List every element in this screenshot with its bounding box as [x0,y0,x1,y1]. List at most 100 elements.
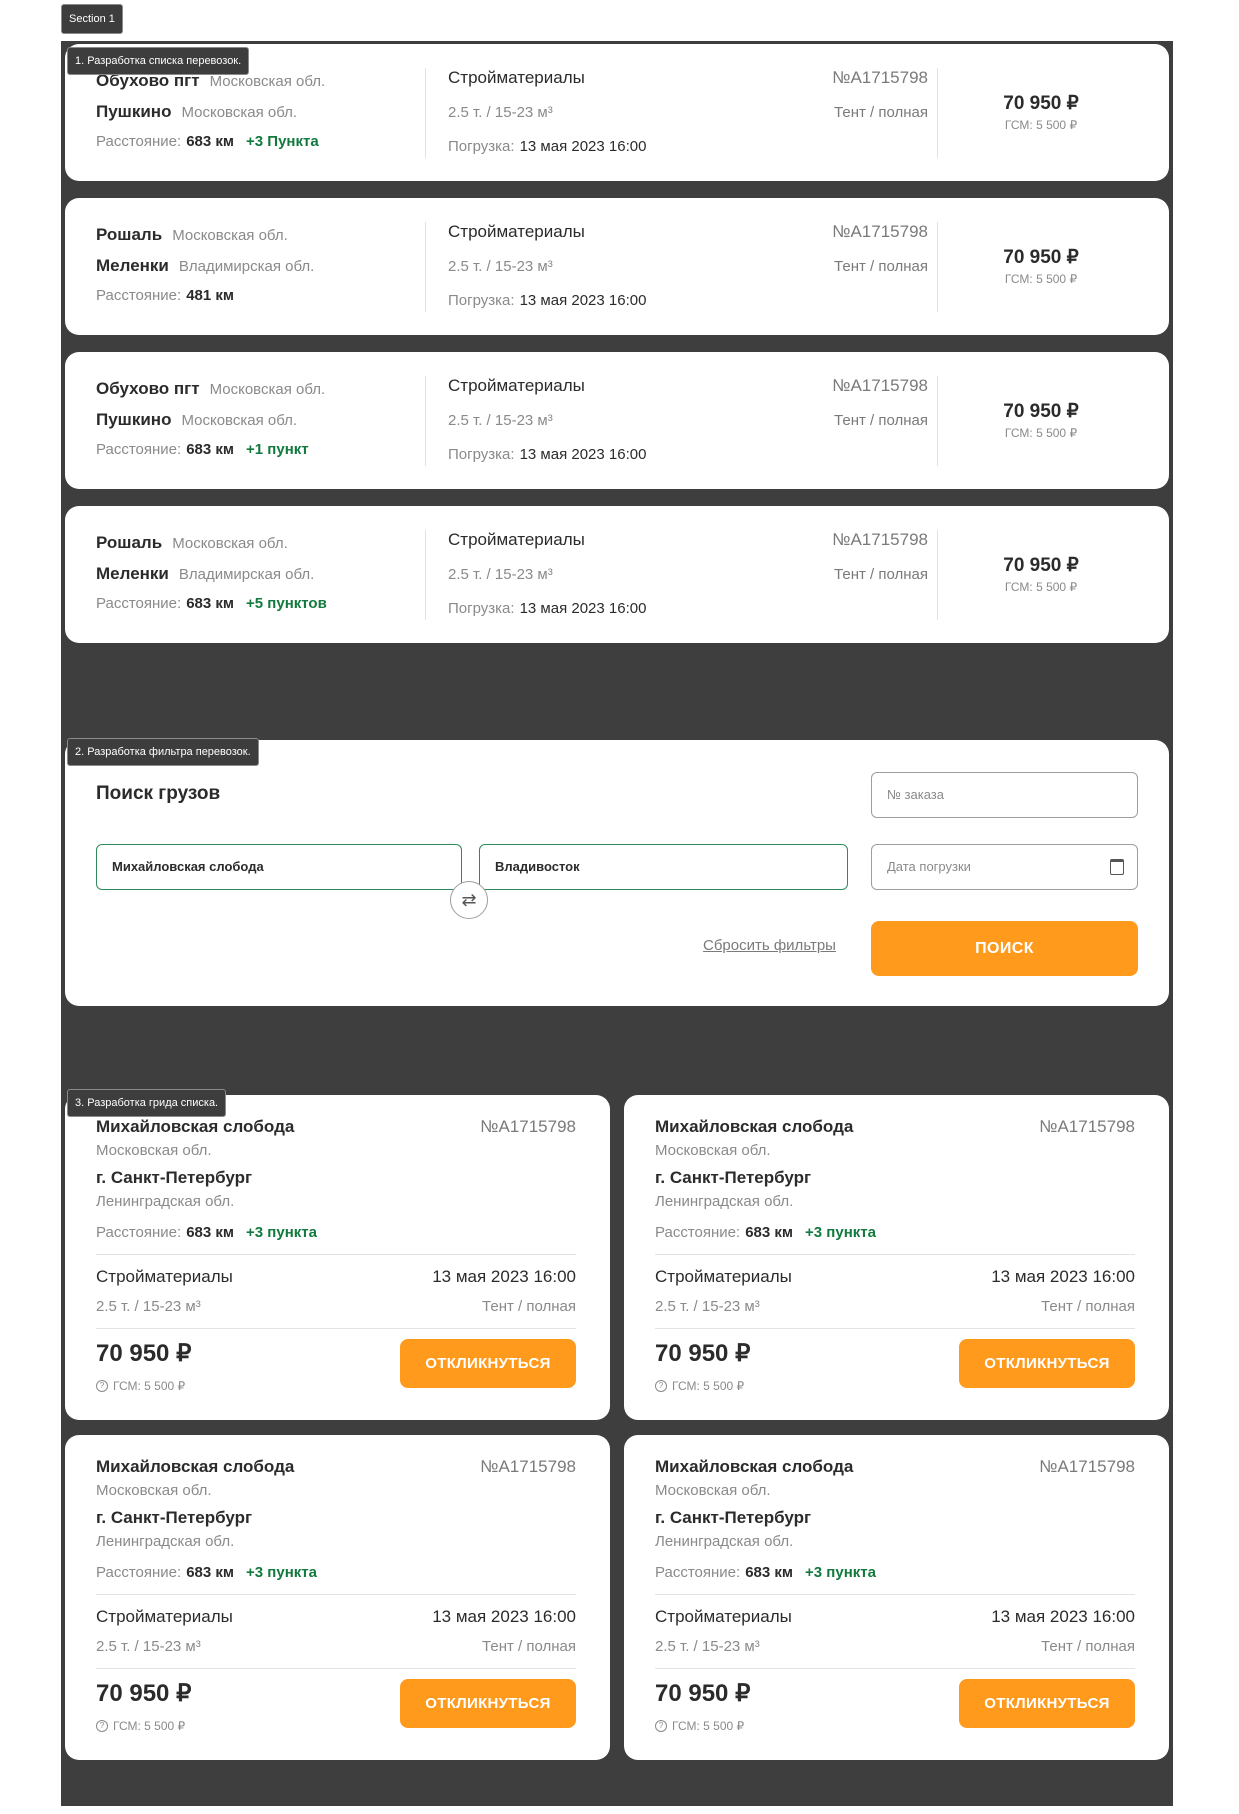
distance-value: 683 км [745,1224,794,1241]
body-type: Тент / полная [482,1298,576,1315]
distance-label: Расстояние: [655,1564,741,1581]
to-city: Пушкино [96,410,172,429]
shipment-card[interactable]: Михайловская слобода №А1715798 Московска… [65,1095,610,1420]
to-region: Ленинградская обл. [96,1533,235,1550]
distance-value: 683 км [186,1224,235,1241]
divider [425,222,426,312]
respond-button[interactable]: ОТКЛИКНУТЬСЯ [400,1679,576,1728]
distance-label: Расстояние: [96,595,182,612]
distance-value: 683 км [186,1564,235,1581]
calendar-icon[interactable] [1110,859,1124,875]
body-type: Тент / полная [834,104,928,121]
order-number: №А1715798 [832,376,928,395]
swap-button[interactable]: ⇄ [450,881,488,919]
divider [425,376,426,466]
order-number: №А1715798 [832,530,928,549]
shipment-row[interactable]: Рошаль Московская обл. Меленки Владимирска… [65,506,1169,643]
extra-points-link[interactable]: +3 пункта [246,1564,317,1581]
loading-date: 13 мая 2023 16:00 [519,138,647,155]
price-value: 70 950 ₽ [96,1340,192,1367]
from-city: Рошаль [96,533,163,552]
shipment-row[interactable]: Рошаль Московская обл. Меленки Владимирска… [65,198,1169,335]
cargo-weight: 2.5 т. / 15-23 м³ [655,1298,760,1315]
divider [937,376,938,466]
extra-points-link[interactable]: +3 пункта [246,1224,317,1241]
route-block: Обухово пгт Московская обл. Пушкино Москов… [96,71,325,164]
divider [937,222,938,312]
from-city: Михайловская слобода [96,1457,295,1476]
route-block: Рошаль Московская обл. Меленки Владимирска… [96,533,327,626]
from-region: Московская обл. [172,535,288,552]
filter-panel: Поиск грузов № заказа Михайловская слобо… [65,740,1169,1006]
order-number: №А1715798 [832,68,928,87]
price-value: 70 950 ₽ [1003,247,1079,268]
from-region: Московская обл. [655,1142,771,1159]
price-value: 70 950 ₽ [1003,93,1079,114]
price-block: 70 950 ₽ ГСМ: 5 500 ₽ [951,554,1131,594]
filter-caption: 2. Разработка фильтра перевозок. [67,738,259,766]
extra-points-link[interactable]: +3 Пункта [246,133,319,150]
loading-date: 13 мая 2023 16:00 [432,1267,576,1286]
body-type: Тент / полная [1041,1638,1135,1655]
question-circle-icon[interactable]: ? [655,1380,667,1392]
question-circle-icon[interactable]: ? [96,1380,108,1392]
extra-points-link[interactable]: +1 пункт [246,441,309,458]
from-city: Обухово пгт [96,379,200,398]
distance-value: 683 км [186,441,235,458]
respond-button[interactable]: ОТКЛИКНУТЬСЯ [400,1339,576,1388]
divider [655,1254,1135,1255]
fuel-value: ГСМ: 5 500 ₽ [113,1379,186,1393]
loading-date: 13 мая 2023 16:00 [519,446,647,463]
extra-points-link[interactable]: +5 пунктов [246,595,327,612]
cargo-type: Стройматериалы [448,530,585,549]
respond-button[interactable]: ОТКЛИКНУТЬСЯ [959,1679,1135,1728]
search-button[interactable]: ПОИСК [871,921,1138,976]
body-type: Тент / полная [834,412,928,429]
extra-points-link[interactable]: +3 пункта [805,1224,876,1241]
order-number: №А1715798 [832,222,928,241]
divider [937,530,938,620]
fuel-value: ГСМ: 5 500 ₽ [113,1719,186,1733]
loading-date: 13 мая 2023 16:00 [432,1607,576,1626]
to-region: Московская обл. [181,104,298,121]
divider [937,68,938,158]
order-number: №А1715798 [1039,1117,1135,1136]
to-region: Московская обл. [181,412,298,429]
price-block: 70 950 ₽ ГСМ: 5 500 ₽ [951,400,1131,440]
cargo-weight: 2.5 т. / 15-23 м³ [448,258,553,275]
from-region: Московская обл. [96,1142,212,1159]
cargo-weight: 2.5 т. / 15-23 м³ [448,104,553,121]
order-number-input[interactable]: № заказа [871,772,1138,818]
shipment-card[interactable]: Михайловская слобода №А1715798 Московска… [624,1435,1169,1760]
reset-filters-link[interactable]: Сбросить фильтры [703,937,836,954]
from-city-input[interactable]: Михайловская слобода [96,844,462,890]
question-circle-icon[interactable]: ? [655,1720,667,1732]
order-number: №А1715798 [1039,1457,1135,1476]
fuel-value: ГСМ: 5 500 ₽ [1004,580,1078,594]
shipment-row[interactable]: Обухово пгт Московская обл. Пушкино Москов… [65,352,1169,489]
distance-value: 683 км [186,133,235,150]
from-region: Московская обл. [655,1482,771,1499]
cargo-weight: 2.5 т. / 15-23 м³ [448,412,553,429]
divider [425,530,426,620]
shipment-card[interactable]: Михайловская слобода №А1715798 Московска… [624,1095,1169,1420]
extra-points-link[interactable]: +3 пункта [805,1564,876,1581]
shipment-card[interactable]: Михайловская слобода №А1715798 Московска… [65,1435,610,1760]
divider [96,1668,576,1669]
loading-date-input[interactable]: Дата погрузки [871,844,1138,890]
respond-button[interactable]: ОТКЛИКНУТЬСЯ [959,1339,1135,1388]
section-label: Section 1 [61,4,123,34]
loading-date: 13 мая 2023 16:00 [519,600,647,617]
to-city-input[interactable]: Владивосток [479,844,848,890]
grid-caption: 3. Разработка грида списка. [67,1089,227,1117]
divider [655,1594,1135,1595]
swap-arrows-icon: ⇄ [461,890,477,910]
distance-label: Расстояние: [96,1224,182,1241]
from-city: Рошаль [96,225,163,244]
question-circle-icon[interactable]: ? [96,1720,108,1732]
divider [655,1328,1135,1329]
cargo-type: Стройматериалы [448,68,585,87]
route-block: Рошаль Московская обл. Меленки Владимирска… [96,225,314,318]
distance-value: 481 км [186,287,235,304]
distance-label: Расстояние: [96,441,182,458]
